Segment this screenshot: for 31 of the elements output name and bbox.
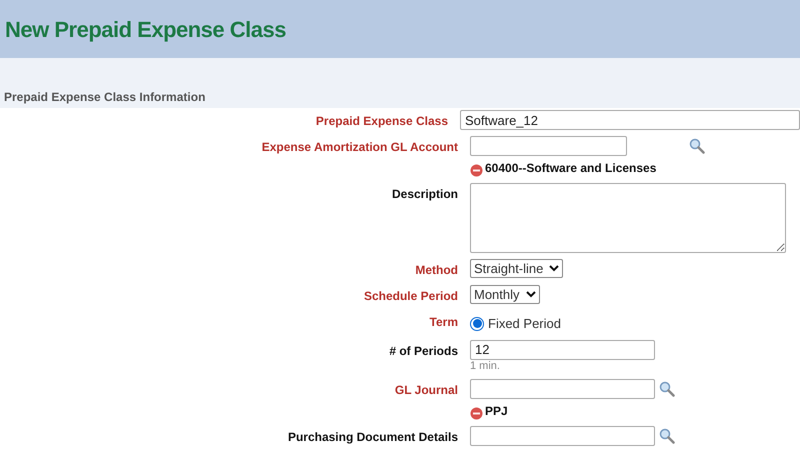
field-label: Expense Amortization GL Account [260, 139, 458, 156]
field-label: Schedule Period [362, 288, 458, 305]
chevron-icon [526, 291, 536, 298]
description-field[interactable] [470, 183, 786, 253]
search-icon[interactable] [659, 428, 675, 444]
section-title: Prepaid Expense Class Information [4, 89, 206, 106]
dropdown[interactable]: Monthly [470, 285, 540, 304]
selected-value: PPJ [485, 402, 508, 420]
field-label: Term [428, 314, 458, 331]
selected-value: 60400--Software and Licenses [485, 160, 656, 177]
dropdown[interactable]: Straight-line [470, 259, 564, 278]
remove-icon[interactable] [470, 164, 483, 177]
field-label: # of Periods [388, 342, 458, 360]
field-label: Prepaid Expense Class [314, 113, 448, 130]
lookup-field[interactable] [470, 136, 627, 156]
chevron-icon [549, 265, 560, 272]
page-title: New Prepaid Expense Class [5, 16, 286, 44]
search-icon[interactable] [689, 138, 705, 154]
lookup-field[interactable] [470, 426, 655, 446]
field-label: Purchasing Document Details [286, 428, 458, 446]
field-label: Description [390, 186, 458, 203]
field-label: Method [414, 262, 458, 279]
field-label: GL Journal [394, 382, 458, 398]
search-icon[interactable] [659, 380, 675, 396]
text-field[interactable]: 12 [470, 340, 655, 360]
remove-icon[interactable] [470, 406, 483, 420]
radio-button[interactable] [470, 316, 484, 331]
text-field[interactable]: Software_12 [460, 110, 800, 130]
radio-option[interactable]: Fixed Period [470, 314, 561, 334]
lookup-field[interactable] [470, 378, 655, 398]
hint-text: 1 min. [470, 360, 501, 372]
